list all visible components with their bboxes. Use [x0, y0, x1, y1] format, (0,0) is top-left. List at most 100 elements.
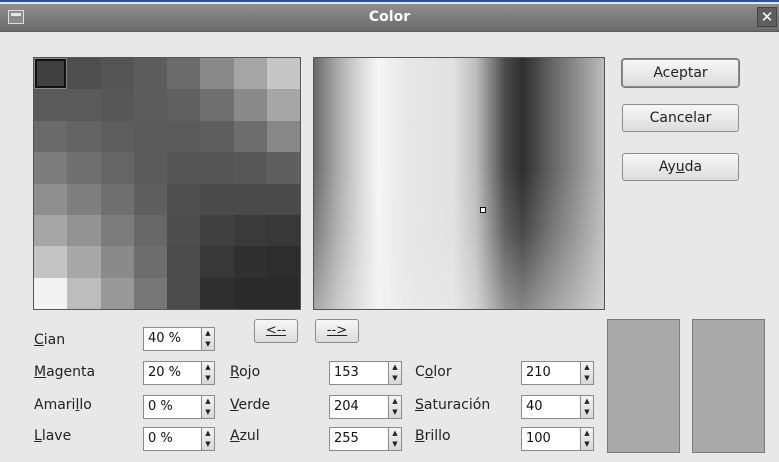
palette-swatch[interactable]: [67, 277, 101, 309]
palette-swatch[interactable]: [100, 183, 134, 215]
cyan-spinbox[interactable]: 40 % ▲ ▼: [143, 327, 215, 351]
blue-spinbox[interactable]: 255 ▲ ▼: [329, 427, 402, 451]
palette-swatch[interactable]: [34, 152, 68, 184]
green-spinbox[interactable]: 204 ▲ ▼: [329, 395, 402, 419]
palette-swatch[interactable]: [100, 214, 134, 247]
palette-swatch[interactable]: [266, 214, 300, 247]
palette-swatch[interactable]: [133, 152, 167, 184]
palette-swatch[interactable]: [167, 246, 201, 278]
accept-button[interactable]: Aceptar: [622, 59, 739, 87]
palette-swatch[interactable]: [233, 58, 267, 90]
palette-swatch[interactable]: [266, 89, 300, 121]
palette-swatch[interactable]: [67, 246, 101, 278]
palette-swatch[interactable]: [167, 58, 201, 90]
palette-swatch[interactable]: [167, 120, 201, 153]
hue-label: Color: [415, 364, 452, 380]
brightness-spin-arrows[interactable]: ▲ ▼: [580, 427, 594, 451]
palette-swatch[interactable]: [100, 58, 134, 90]
red-label: Rojo: [230, 364, 261, 380]
palette-swatch[interactable]: [266, 120, 300, 153]
palette-swatch[interactable]: [200, 152, 234, 184]
hue-spin-arrows[interactable]: ▲ ▼: [580, 361, 594, 385]
magenta-spinbox[interactable]: 20 % ▲ ▼: [143, 361, 215, 385]
palette-swatch[interactable]: [266, 58, 300, 90]
palette-swatch[interactable]: [67, 183, 101, 215]
palette-swatch[interactable]: [167, 183, 201, 215]
original-color-preview: [607, 319, 680, 453]
palette-swatch[interactable]: [34, 58, 68, 90]
palette-swatch[interactable]: [200, 183, 234, 215]
palette-swatch[interactable]: [233, 152, 267, 184]
palette-swatch[interactable]: [67, 214, 101, 247]
palette-swatch[interactable]: [200, 89, 234, 121]
palette-swatch[interactable]: [34, 89, 68, 121]
palette-swatch[interactable]: [67, 58, 101, 90]
palette-swatch[interactable]: [133, 89, 167, 121]
brightness-spinbox[interactable]: 100 ▲ ▼: [521, 427, 594, 451]
palette-swatch[interactable]: [200, 246, 234, 278]
palette-swatch[interactable]: [67, 152, 101, 184]
saturation-label: Saturación: [415, 397, 491, 413]
palette-swatch[interactable]: [133, 120, 167, 153]
palette-swatch[interactable]: [233, 183, 267, 215]
palette-swatch[interactable]: [100, 120, 134, 153]
red-spin-arrows[interactable]: ▲ ▼: [388, 361, 402, 385]
hue-spinbox[interactable]: 210 ▲ ▼: [521, 361, 594, 385]
palette-swatch[interactable]: [233, 89, 267, 121]
palette-swatch[interactable]: [67, 89, 101, 121]
color-palette-grid[interactable]: [33, 57, 301, 310]
green-spin-arrows[interactable]: ▲ ▼: [388, 395, 402, 419]
help-button[interactable]: Ayuda: [622, 153, 739, 181]
copy-to-left-button[interactable]: <--: [254, 319, 298, 343]
palette-swatch[interactable]: [233, 214, 267, 247]
palette-swatch[interactable]: [167, 277, 201, 309]
palette-swatch[interactable]: [34, 183, 68, 215]
palette-swatch[interactable]: [34, 214, 68, 247]
title-bar: Color ✕: [0, 4, 779, 32]
palette-swatch[interactable]: [67, 120, 101, 153]
palette-swatch[interactable]: [133, 277, 167, 309]
saturation-spin-arrows[interactable]: ▲ ▼: [580, 395, 594, 419]
palette-swatch[interactable]: [100, 246, 134, 278]
palette-swatch[interactable]: [167, 214, 201, 247]
palette-swatch[interactable]: [34, 120, 68, 153]
palette-swatch[interactable]: [100, 152, 134, 184]
palette-swatch[interactable]: [266, 152, 300, 184]
yellow-spin-arrows[interactable]: ▲ ▼: [201, 395, 215, 419]
red-spinbox[interactable]: 153 ▲ ▼: [329, 361, 402, 385]
palette-swatch[interactable]: [200, 120, 234, 153]
palette-swatch[interactable]: [266, 246, 300, 278]
palette-swatch[interactable]: [34, 277, 68, 309]
palette-swatch[interactable]: [200, 214, 234, 247]
palette-swatch[interactable]: [233, 246, 267, 278]
blue-spin-arrows[interactable]: ▲ ▼: [388, 427, 402, 451]
palette-swatch[interactable]: [34, 246, 68, 278]
cancel-button[interactable]: Cancelar: [622, 104, 739, 132]
key-spinbox[interactable]: 0 % ▲ ▼: [143, 427, 215, 451]
palette-swatch[interactable]: [100, 277, 134, 309]
magenta-spin-arrows[interactable]: ▲ ▼: [201, 361, 215, 385]
palette-swatch[interactable]: [133, 183, 167, 215]
palette-swatch[interactable]: [200, 277, 234, 309]
key-spin-arrows[interactable]: ▲ ▼: [201, 427, 215, 451]
spectrum-cursor[interactable]: [480, 207, 486, 213]
window-title: Color: [368, 9, 411, 25]
palette-swatch[interactable]: [133, 214, 167, 247]
palette-swatch[interactable]: [266, 183, 300, 215]
palette-swatch[interactable]: [233, 277, 267, 309]
palette-swatch[interactable]: [200, 58, 234, 90]
palette-swatch[interactable]: [133, 246, 167, 278]
color-spectrum-field[interactable]: [313, 57, 605, 310]
close-button[interactable]: ✕: [757, 7, 777, 27]
palette-swatch[interactable]: [233, 120, 267, 153]
saturation-spinbox[interactable]: 40 ▲ ▼: [521, 395, 594, 419]
yellow-spinbox[interactable]: 0 % ▲ ▼: [143, 395, 215, 419]
brightness-label: Brillo: [415, 428, 451, 444]
copy-to-right-button[interactable]: -->: [315, 319, 359, 343]
palette-swatch[interactable]: [167, 152, 201, 184]
palette-swatch[interactable]: [167, 89, 201, 121]
palette-swatch[interactable]: [100, 89, 134, 121]
palette-swatch[interactable]: [266, 277, 300, 309]
cyan-spin-arrows[interactable]: ▲ ▼: [201, 327, 215, 351]
palette-swatch[interactable]: [133, 58, 167, 90]
